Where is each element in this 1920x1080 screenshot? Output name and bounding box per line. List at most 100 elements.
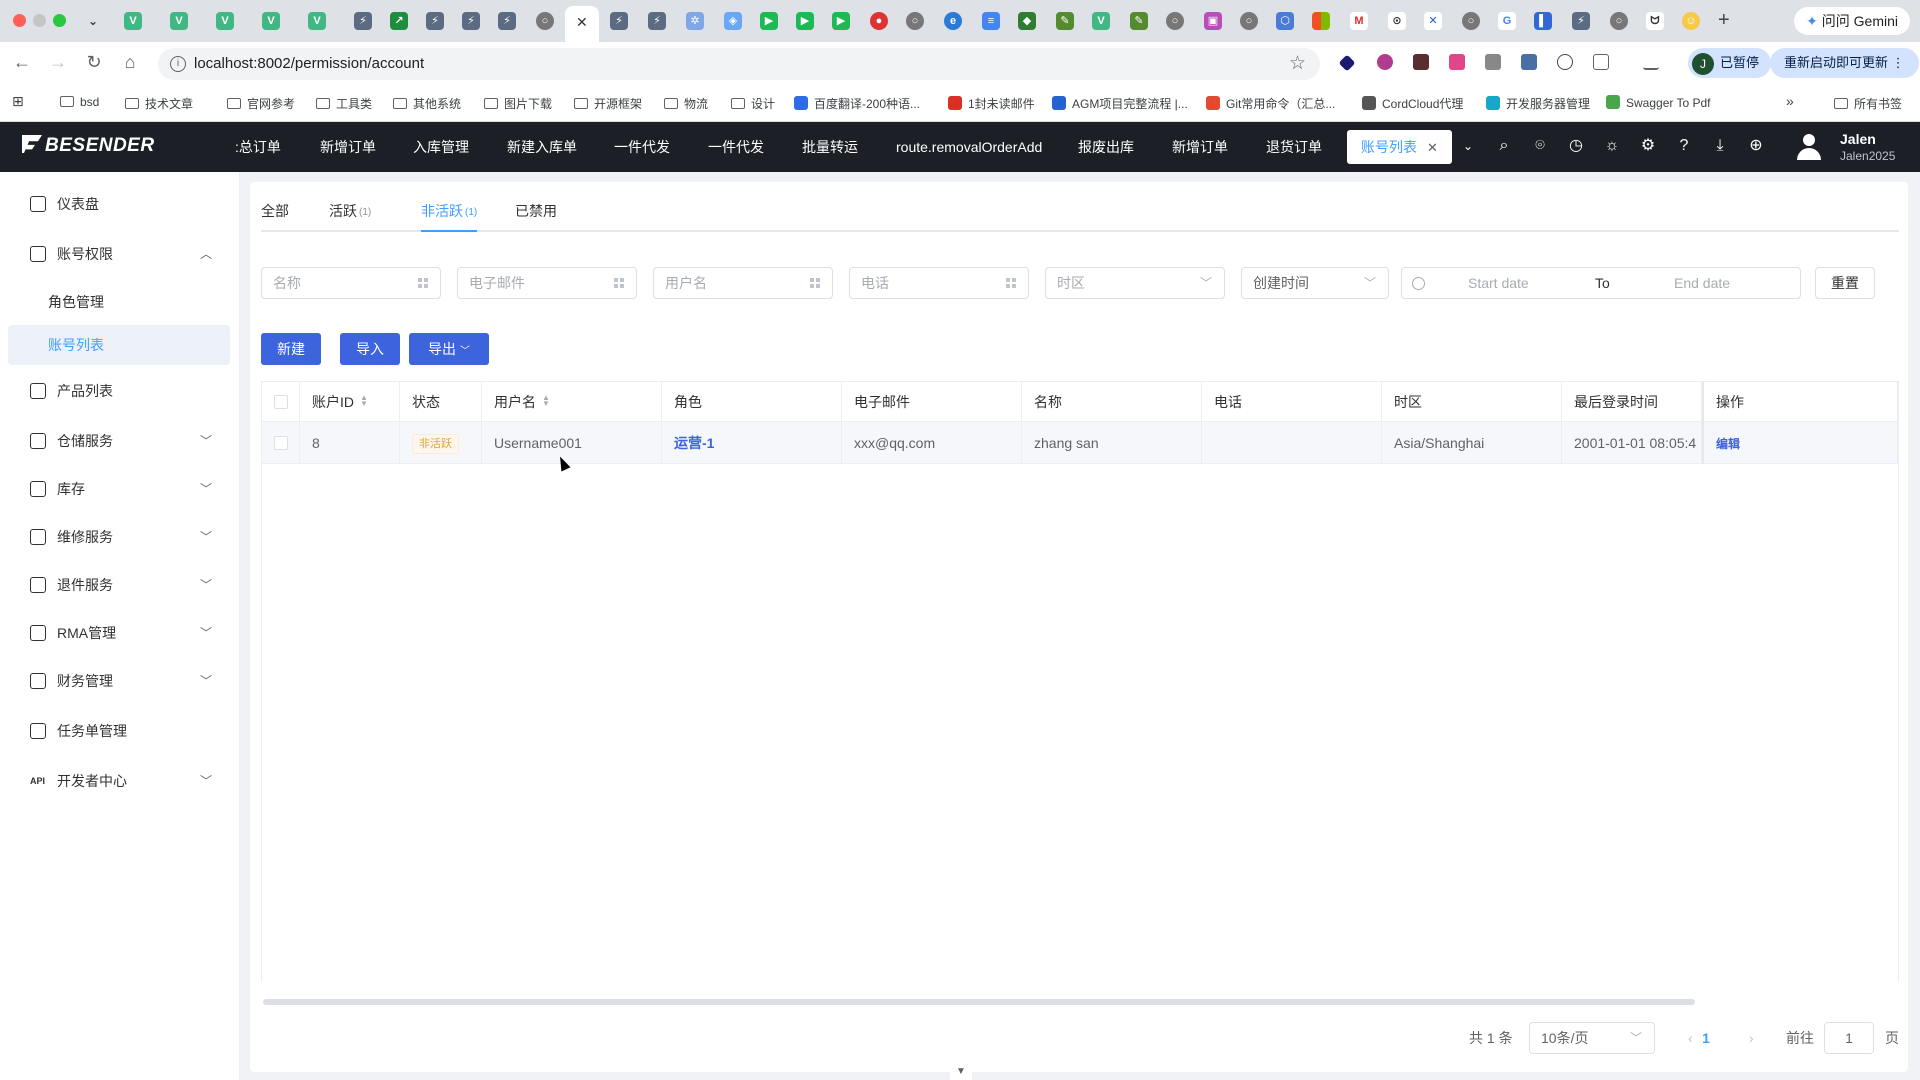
- column-header-username[interactable]: 用户名 ▲ ▼: [482, 382, 662, 422]
- vite-tab-icon[interactable]: ⚡: [610, 12, 628, 30]
- date-range-picker[interactable]: Start date To End date: [1401, 267, 1801, 299]
- gemini-button[interactable]: ✦ 问问 Gemini: [1794, 7, 1910, 35]
- header-tab[interactable]: 一件代发: [614, 122, 670, 172]
- tab-active[interactable]: 活跃 (1): [329, 201, 371, 221]
- export-button[interactable]: 导出 ﹀: [409, 333, 489, 365]
- more-vert-icon[interactable]: ⋮: [1892, 55, 1905, 70]
- vue-tab-icon[interactable]: V: [1092, 12, 1110, 30]
- row-checkbox[interactable]: [274, 436, 288, 450]
- bookmark-item[interactable]: 1封未读邮件: [948, 95, 1035, 112]
- book-tab-icon[interactable]: ▌: [1534, 12, 1552, 30]
- timezone-select[interactable]: 时区 ﹀: [1045, 267, 1225, 299]
- name-filter-input[interactable]: 名称: [261, 267, 441, 299]
- bookmark-item[interactable]: CordCloud代理: [1362, 95, 1463, 112]
- phone-filter-input[interactable]: 电话: [849, 267, 1029, 299]
- bookmark-item[interactable]: 设计: [731, 95, 775, 112]
- sidebar-item-products[interactable]: 产品列表: [0, 371, 240, 411]
- header-tab[interactable]: 退货订单: [1266, 122, 1322, 172]
- globe-tab-icon[interactable]: ○: [536, 12, 554, 30]
- extensions-icon[interactable]: [1593, 54, 1609, 70]
- close-window-button[interactable]: [13, 14, 26, 27]
- download-icon[interactable]: [1643, 54, 1659, 70]
- extension-vite-icon[interactable]: [1521, 54, 1537, 70]
- hex-tab-icon[interactable]: ⬡: [1276, 12, 1294, 30]
- sort-icon[interactable]: ▲ ▼: [542, 394, 550, 408]
- reset-button[interactable]: 重置: [1815, 267, 1875, 299]
- bookmark-item[interactable]: 物流: [664, 95, 708, 112]
- role-link[interactable]: 运营-1: [674, 435, 714, 451]
- vite-tab-icon[interactable]: ⚡: [462, 12, 480, 30]
- maximize-window-button[interactable]: [53, 14, 66, 27]
- user-name[interactable]: Jalen: [1840, 131, 1876, 147]
- table-horizontal-scrollbar[interactable]: [263, 999, 1695, 1005]
- start-date-input[interactable]: Start date: [1468, 268, 1529, 298]
- extension-circle-icon[interactable]: [1377, 54, 1393, 70]
- username-filter-input[interactable]: 用户名: [653, 267, 833, 299]
- header-tab[interactable]: 一件代发: [708, 122, 764, 172]
- bookmark-item[interactable]: 图片下载: [484, 95, 552, 112]
- column-header-account-id[interactable]: 账户ID ▲ ▼: [300, 382, 400, 422]
- close-tab-icon[interactable]: ✕: [1427, 140, 1438, 155]
- forward-icon[interactable]: →: [46, 52, 70, 73]
- page-size-select[interactable]: 10条/页 ﹀: [1529, 1022, 1655, 1054]
- vite-tab-icon[interactable]: ⚡: [498, 12, 516, 30]
- new-tab-icon[interactable]: +: [1718, 9, 1730, 32]
- header-tab[interactable]: 新增订单: [1172, 122, 1228, 172]
- tab-inactive[interactable]: 非活跃 (1): [421, 201, 477, 221]
- user-account[interactable]: Jalen2025: [1840, 149, 1895, 163]
- close-tab-icon[interactable]: ✕: [576, 14, 588, 31]
- tab-disabled[interactable]: 已禁用: [515, 201, 557, 221]
- logo[interactable]: BESENDER: [22, 135, 155, 157]
- reload-icon[interactable]: ↻: [82, 52, 106, 73]
- header-tab[interactable]: 新建入库单: [507, 122, 577, 172]
- tab-search-chevron-icon[interactable]: ⌄: [84, 12, 102, 30]
- globe-tab-icon[interactable]: ○: [1610, 12, 1628, 30]
- help-icon[interactable]: ?: [1674, 136, 1694, 156]
- header-tab[interactable]: 入库管理: [413, 122, 469, 172]
- header-tab-active[interactable]: 账号列表 ✕: [1347, 130, 1452, 164]
- globe-tab-icon[interactable]: ○: [1462, 12, 1480, 30]
- bookmark-item[interactable]: Git常用命令（汇总...: [1206, 95, 1335, 112]
- bookmark-item[interactable]: 开发服务器管理: [1486, 95, 1590, 112]
- extension-pink-icon[interactable]: [1449, 54, 1465, 70]
- import-button[interactable]: 导入: [340, 333, 400, 365]
- back-icon[interactable]: ←: [10, 52, 34, 73]
- end-date-input[interactable]: End date: [1674, 268, 1730, 298]
- sidebar-item-finance[interactable]: 财务管理 ﹀: [0, 661, 240, 701]
- sidebar-item-returns[interactable]: 退件服务 ﹀: [0, 565, 240, 605]
- download-icon[interactable]: ⤓: [1710, 136, 1730, 156]
- vue-tab-icon[interactable]: V: [308, 12, 326, 30]
- play-tab-icon[interactable]: ▶: [796, 12, 814, 30]
- emoji-tab-icon[interactable]: ☺: [1682, 12, 1700, 30]
- cat-tab-icon[interactable]: ᗢ: [1646, 12, 1664, 30]
- extension-openai-icon[interactable]: [1557, 54, 1573, 70]
- search-icon[interactable]: ⌕: [1494, 136, 1514, 156]
- x-tab-icon[interactable]: ✕: [1424, 12, 1442, 30]
- apps-grid-icon[interactable]: ⊞: [12, 93, 24, 110]
- header-tab[interactable]: 报废出库: [1078, 122, 1134, 172]
- leaf-tab-icon[interactable]: ✎: [1056, 12, 1074, 30]
- header-tab[interactable]: :总订单: [235, 122, 281, 172]
- sidebar-item-account-list[interactable]: 账号列表: [8, 325, 230, 365]
- home-icon[interactable]: ⌂: [118, 52, 142, 73]
- globe-tab-icon[interactable]: ○: [906, 12, 924, 30]
- gear-icon[interactable]: ⚙: [1638, 136, 1658, 156]
- vue-tab-icon[interactable]: V: [262, 12, 280, 30]
- current-page-number[interactable]: 1: [1690, 1022, 1722, 1054]
- table-row[interactable]: 8 非活跃 Username001 运营-1 xxx@qq.com zhang …: [262, 422, 1898, 464]
- url-text[interactable]: localhost:8002/permission/account: [194, 55, 424, 72]
- new-button[interactable]: 新建: [261, 333, 321, 365]
- vue-tab-icon[interactable]: V: [170, 12, 188, 30]
- vue-tab-icon[interactable]: V: [124, 12, 142, 30]
- bookmark-item[interactable]: 官网参考: [227, 95, 295, 112]
- extension-image-icon[interactable]: [1485, 54, 1501, 70]
- github-tab-icon[interactable]: ⊙: [1388, 12, 1406, 30]
- purple-tab-icon[interactable]: ▣: [1204, 12, 1222, 30]
- leaf-tab-icon[interactable]: ✎: [1130, 12, 1148, 30]
- sidebar-item-role-management[interactable]: 角色管理: [8, 282, 230, 322]
- edge-tab-icon[interactable]: e: [944, 12, 962, 30]
- sun-icon[interactable]: ☼: [1602, 136, 1622, 156]
- sort-icon[interactable]: ▲ ▼: [360, 394, 368, 408]
- vite-tab-icon[interactable]: ⚡: [648, 12, 666, 30]
- microsoft-tab-icon[interactable]: [1312, 12, 1330, 30]
